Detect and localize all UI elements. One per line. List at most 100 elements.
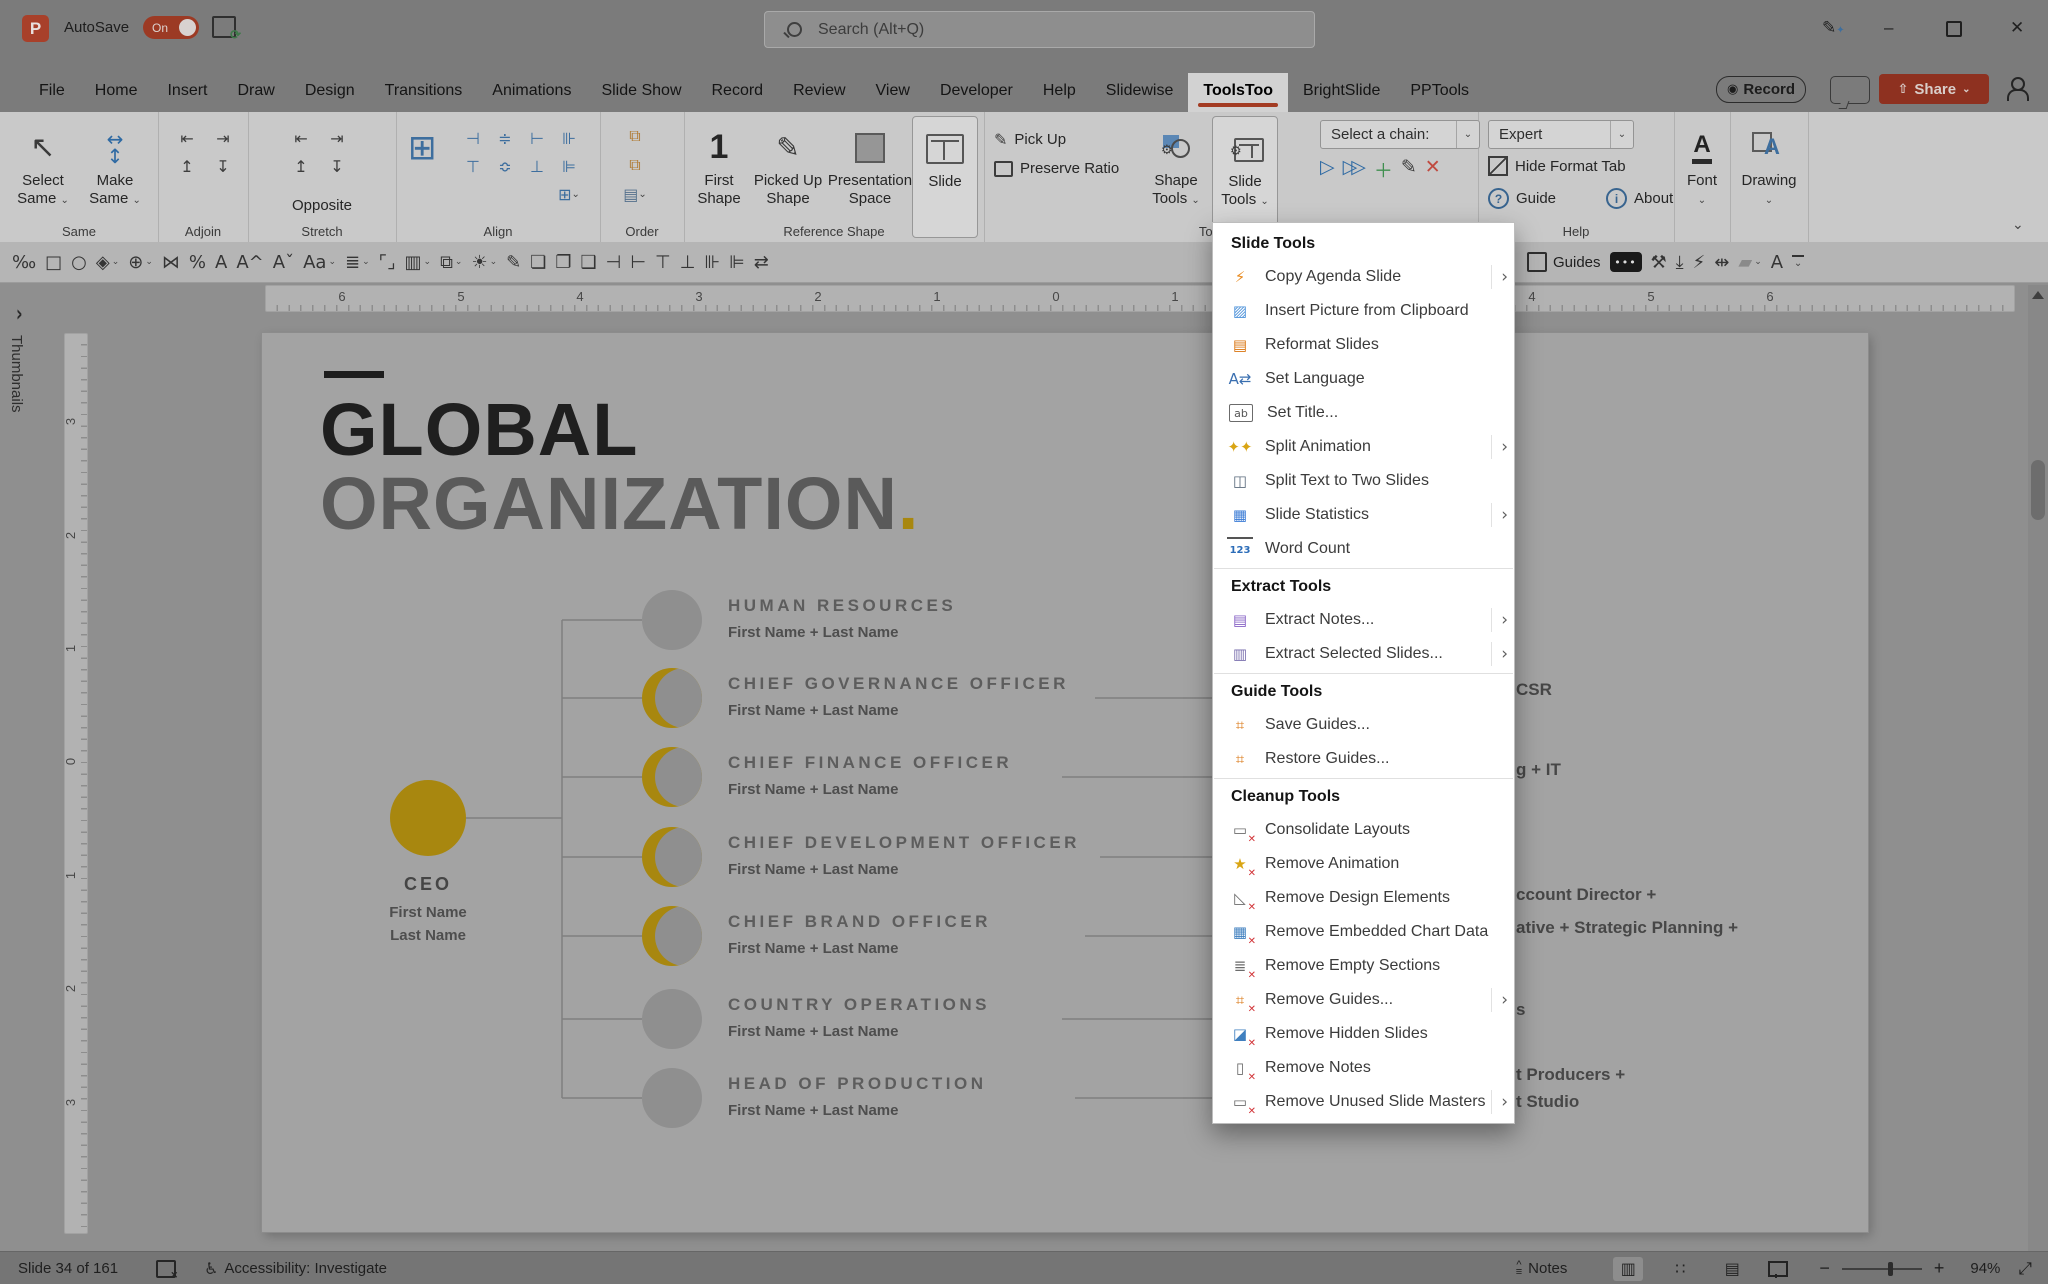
guides-checkbox[interactable]: Guides: [1527, 252, 1601, 272]
adjoin-left-icon[interactable]: ⇤: [174, 126, 200, 150]
align-center-icon[interactable]: ≑: [492, 126, 518, 150]
tab-design[interactable]: Design: [290, 73, 370, 112]
search-box[interactable]: [764, 11, 1315, 48]
comments-button[interactable]: [1830, 76, 1870, 104]
center-on-slide-icon[interactable]: ⊞: [408, 128, 437, 168]
decrease-font-icon[interactable]: Aˇ: [273, 252, 294, 273]
scale-icon[interactable]: %: [189, 252, 206, 273]
run-chain-icon[interactable]: ▷: [1320, 156, 1334, 183]
distribute-vertical-icon[interactable]: ⊫: [729, 252, 745, 273]
align-objects-top-icon[interactable]: ⊤: [655, 252, 671, 273]
align-objects-right-icon[interactable]: ⊢: [630, 252, 646, 273]
notes-button[interactable]: ^ ≡ Notes: [1516, 1260, 1568, 1277]
reorder-icon[interactable]: ▤ ⌄: [622, 182, 648, 206]
menu-item-extract-notes[interactable]: ▤ Extract Notes... ›: [1213, 603, 1514, 637]
menu-item-remove-design-elements[interactable]: ◺Remove Design Elements: [1213, 881, 1514, 915]
menu-item-set-language[interactable]: A⇄ Set Language: [1213, 362, 1514, 396]
slide-canvas[interactable]: GLOBAL ORGANIZATION. CEO First Name Last…: [262, 333, 1868, 1232]
select-a-chain-dropdown[interactable]: Select a chain: ⌄: [1320, 120, 1480, 149]
normal-view-button[interactable]: ▥: [1613, 1256, 1644, 1281]
align-left-icon[interactable]: ⊣: [460, 126, 486, 150]
menu-item-set-title[interactable]: ab Set Title...: [1213, 396, 1514, 430]
align-top-icon[interactable]: ⊤: [460, 154, 486, 178]
rectangle-icon[interactable]: □: [45, 252, 62, 273]
stretch-opposite-label[interactable]: Opposite: [248, 197, 396, 214]
menu-item-copy-agenda-slide[interactable]: ⚡ Copy Agenda Slide ›: [1213, 260, 1514, 294]
flip-icon[interactable]: ⋈: [162, 252, 180, 273]
tab-insert[interactable]: Insert: [152, 73, 222, 112]
menu-item-remove-hidden-slides[interactable]: ◪Remove Hidden Slides: [1213, 1017, 1514, 1051]
shapes-icon[interactable]: ◈ ⌄: [96, 252, 119, 273]
align-right-icon[interactable]: ⊢: [524, 126, 550, 150]
tab-animations[interactable]: Animations: [477, 73, 586, 112]
drawing-button[interactable]: A Drawing ⌄: [1739, 124, 1799, 209]
tab-slide-show[interactable]: Slide Show: [586, 73, 696, 112]
reposition-icon[interactable]: ⧉ ⌄: [440, 252, 462, 273]
run-chain-fast-icon[interactable]: ▷▷: [1343, 156, 1366, 183]
reading-view-button[interactable]: ▤: [1717, 1257, 1747, 1281]
spellcheck-button[interactable]: [156, 1259, 178, 1281]
change-case-icon[interactable]: Aa ⌄: [303, 252, 336, 273]
format-painter-icon[interactable]: ✎: [506, 252, 521, 273]
menu-item-insert-picture-from-clipboard[interactable]: ▨ Insert Picture from Clipboard: [1213, 294, 1514, 328]
merge-shapes-icon[interactable]: ⊕ ⌄: [128, 252, 153, 273]
font-color-icon[interactable]: A: [215, 252, 227, 273]
menu-item-remove-embedded-chart-data[interactable]: ▦Remove Embedded Chart Data: [1213, 915, 1514, 949]
badge-icon[interactable]: •••: [1609, 252, 1642, 272]
tab-draw[interactable]: Draw: [222, 73, 289, 112]
transparency-icon[interactable]: ‰: [12, 252, 36, 273]
toolbar-overflow-icon[interactable]: ⌄: [1792, 255, 1805, 269]
first-shape-button[interactable]: 1 First Shape: [690, 124, 748, 209]
align-objects-left-icon[interactable]: ⊣: [606, 252, 622, 273]
menu-item-consolidate-layouts[interactable]: ▭Consolidate Layouts: [1213, 813, 1514, 847]
swap-icon[interactable]: ⇄: [754, 252, 769, 273]
preserve-ratio-button[interactable]: Preserve Ratio: [994, 160, 1119, 177]
minimize-icon[interactable]: –: [1884, 18, 1893, 38]
presenter-coach-icon[interactable]: [2005, 76, 2035, 102]
export-document-icon[interactable]: ⤓: [1676, 252, 1684, 273]
picked-up-shape-button[interactable]: ✎ Picked Up Shape: [750, 124, 826, 209]
adjoin-top-icon[interactable]: ↥: [174, 154, 200, 178]
build-tools-icon[interactable]: ⚒: [1651, 252, 1667, 273]
slide-tools-button[interactable]: ⚙ Slide Tools ⌄: [1212, 116, 1278, 238]
stretch-top-icon[interactable]: ↥: [288, 154, 314, 178]
stretch-bottom-icon[interactable]: ↧: [324, 154, 350, 178]
bring-forward-icon[interactable]: ❐: [555, 252, 571, 273]
reference-slide-button[interactable]: Slide: [912, 116, 978, 238]
vertical-ruler[interactable]: 3 2 1 0 1 2 3: [63, 333, 88, 1234]
pick-up-button[interactable]: ✎ Pick Up: [994, 130, 1066, 149]
text-styles-icon[interactable]: A: [1771, 252, 1783, 273]
zoom-slider-thumb[interactable]: [1887, 1261, 1893, 1276]
bring-forward-icon[interactable]: ⧉: [622, 124, 648, 148]
menu-item-save-guides[interactable]: ⌗ Save Guides...: [1213, 708, 1514, 742]
tab-file[interactable]: File: [24, 73, 80, 112]
horizontal-ruler[interactable]: 6543210123456: [265, 285, 2015, 312]
send-backward-icon[interactable]: ❑: [581, 252, 597, 273]
scrollbar-thumb[interactable]: [2031, 460, 2045, 520]
autosave-toggle[interactable]: On: [143, 16, 199, 39]
powerpoint-app-icon[interactable]: P: [22, 15, 49, 42]
search-input[interactable]: [816, 19, 1260, 40]
stretch-left-icon[interactable]: ⇤: [288, 126, 314, 150]
stretch-right-icon[interactable]: ⇥: [324, 126, 350, 150]
add-chain-icon[interactable]: ＋: [1374, 156, 1393, 183]
menu-item-reformat-slides[interactable]: ▤ Reformat Slides: [1213, 328, 1514, 362]
oval-icon[interactable]: ○: [71, 252, 87, 273]
menu-item-remove-animation[interactable]: ★Remove Animation: [1213, 847, 1514, 881]
make-same-button[interactable]: ↔ ↕ Make Same ⌄: [82, 124, 148, 209]
menu-item-slide-statistics[interactable]: ▦ Slide Statistics ›: [1213, 498, 1514, 532]
expand-thumbnails-icon[interactable]: ›: [16, 300, 23, 327]
tab-brightslide[interactable]: BrightSlide: [1288, 73, 1395, 112]
distribute-horizontal-icon[interactable]: ⊪: [556, 126, 582, 150]
zoom-in-button[interactable]: +: [1934, 1258, 1945, 1279]
guide-button[interactable]: ? Guide: [1488, 188, 1556, 209]
thumbnails-panel-label[interactable]: Thumbnails: [8, 335, 25, 413]
line-spacing-icon[interactable]: ≣ ⌄: [345, 252, 370, 273]
resize-icon[interactable]: ⇹: [1714, 252, 1729, 273]
collapse-ribbon-icon[interactable]: ⌄: [2012, 216, 2024, 233]
send-backward-icon[interactable]: ⧉: [622, 153, 648, 177]
zoom-out-button[interactable]: −: [1819, 1258, 1830, 1279]
menu-item-remove-guides[interactable]: ⌗Remove Guides...›: [1213, 983, 1514, 1017]
slideshow-view-button[interactable]: [1763, 1257, 1793, 1281]
presenter-pen-icon[interactable]: ✎✦: [1822, 18, 1845, 38]
